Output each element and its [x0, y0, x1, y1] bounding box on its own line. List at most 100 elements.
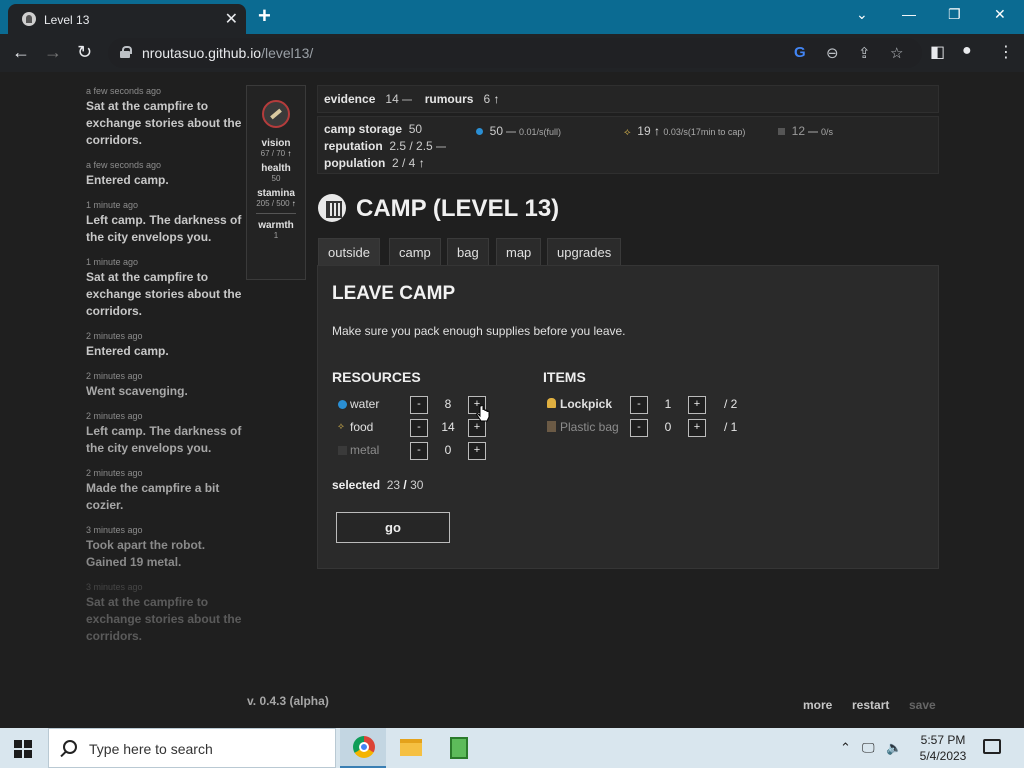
warmth-label: warmth [258, 220, 294, 231]
selected-label: selected [332, 478, 381, 492]
tab-search-icon[interactable]: ⌄ [856, 6, 868, 23]
evidence-value: 14 [385, 92, 399, 106]
windows-start-icon[interactable] [14, 740, 32, 758]
reload-icon[interactable]: ↻ [77, 42, 92, 63]
health-value: 50 [271, 174, 281, 183]
log-entry: 3 minutes ago Took apart the robot. Gaine… [86, 525, 206, 569]
google-icon[interactable]: G [794, 44, 806, 61]
flat-rate-icon [435, 145, 446, 148]
volume-icon[interactable]: 🔈 [886, 740, 902, 756]
stamina-value: 205 / 500 ↑ [256, 199, 296, 208]
storage-label: camp storage [324, 122, 403, 136]
tab-bag[interactable]: bag [447, 238, 489, 266]
forward-icon[interactable]: → [44, 42, 62, 63]
message-log: a few seconds ago Sat at the campfire to … [86, 86, 246, 656]
go-button[interactable]: go [336, 512, 450, 543]
save-link[interactable]: save [909, 698, 936, 712]
tab-close-icon[interactable]: ✕ [225, 9, 238, 29]
camp-title-text: CAMP (LEVEL 13) [356, 195, 560, 222]
metal-stock: 12 0/s [778, 124, 833, 138]
item-label: Plastic bag [560, 420, 619, 434]
plastic-bag-amount: 0 [664, 420, 672, 434]
plastic-bag-decrease-button[interactable]: - [630, 419, 648, 437]
lockpick-increase-button[interactable]: + [688, 396, 706, 414]
lockpick-decrease-button[interactable]: - [630, 396, 648, 414]
metal-icon [778, 128, 785, 135]
clock-date: 5/4/2023 [919, 749, 967, 763]
log-entry: 1 minute ago Left camp. The darkness of t… [86, 200, 242, 244]
notification-icon[interactable] [983, 739, 1001, 754]
tab-outside[interactable]: outside [318, 238, 380, 266]
vision-label: vision [261, 138, 291, 149]
items-heading: ITEMS [543, 369, 586, 385]
water-amount: 8 [444, 397, 452, 411]
arrow-up-icon: ↑ [654, 124, 660, 138]
warmth-value: 1 [273, 231, 279, 240]
taskbar-notepad[interactable] [436, 728, 482, 768]
resource-row-metal: metal - 0 + [332, 442, 512, 460]
arrow-up-icon: ↑ [493, 92, 500, 106]
metal-increase-button[interactable]: + [468, 442, 486, 460]
browser-toolbar: ← → ↻ nroutasuo.github.io/level13/ G ⊖ ⇪… [0, 34, 1024, 72]
tab-upgrades[interactable]: upgrades [547, 238, 622, 266]
plastic-bag-icon [547, 421, 556, 432]
share-icon[interactable]: ⇪ [858, 44, 871, 62]
lockpick-amount: 1 [664, 397, 672, 411]
window-close-icon[interactable]: ✕ [994, 6, 1006, 23]
notepad-icon [450, 737, 468, 759]
log-entry: a few seconds ago Sat at the campfire to … [86, 86, 242, 147]
arrow-up-icon: ↑ [287, 149, 292, 158]
log-entry: 2 minutes ago Made the campfire a bit coz… [86, 468, 220, 512]
taskbar-chrome[interactable] [340, 728, 386, 768]
reputation-value: 2.5 / 2.5 [389, 139, 433, 153]
restore-icon[interactable]: ❐ [948, 6, 961, 23]
flat-rate-icon [506, 130, 517, 133]
tab-map[interactable]: map [496, 238, 542, 266]
resource-label: food [350, 420, 374, 434]
browser-tab[interactable]: Level 13 ✕ [8, 4, 246, 34]
lockpick-capacity: / 2 [724, 397, 738, 411]
evidence-label: evidence [324, 92, 376, 106]
log-entry: 2 minutes ago Entered camp. [86, 331, 169, 358]
restart-link[interactable]: restart [852, 698, 889, 712]
arrow-up-icon: ↑ [291, 199, 296, 208]
divider [256, 213, 296, 214]
url-text[interactable]: nroutasuo.github.io/level13/ [142, 45, 313, 61]
item-label: Lockpick [560, 397, 613, 411]
metal-amount: 0 [444, 443, 452, 457]
metal-decrease-button[interactable]: - [410, 442, 428, 460]
leave-camp-panel: LEAVE CAMP Make sure you pack enough sup… [317, 265, 939, 569]
resources-heading: RESOURCES [332, 369, 421, 385]
taskbar-search-box[interactable]: Type here to search [48, 728, 336, 768]
plastic-bag-capacity: / 1 [724, 420, 738, 434]
lock-icon[interactable] [120, 46, 132, 58]
show-hidden-icons-icon[interactable]: ⌃ [840, 740, 851, 756]
network-icon[interactable]: 🖵 [862, 740, 875, 756]
tab-camp[interactable]: camp [389, 238, 441, 266]
version-text: v. 0.4.3 (alpha) [247, 694, 329, 708]
minimize-icon[interactable]: — [902, 6, 916, 22]
taskbar-file-explorer[interactable] [388, 728, 434, 768]
food-icon: ⟡ [338, 421, 344, 431]
selected-max: 30 [410, 478, 424, 492]
selected-capacity: selected 23 / 30 [332, 478, 424, 492]
water-decrease-button[interactable]: - [410, 396, 428, 414]
side-panel-icon[interactable]: ◧ [930, 42, 945, 62]
log-entry: a few seconds ago Entered camp. [86, 160, 169, 187]
menu-icon[interactable]: ⋮ [998, 42, 1014, 62]
leave-camp-heading: LEAVE CAMP [332, 283, 456, 304]
address-bar[interactable]: nroutasuo.github.io/level13/ G ⊖ ⇪ ☆ [108, 38, 922, 68]
profile-icon[interactable]: ● [962, 42, 972, 60]
item-row-lockpick: Lockpick - 1 + / 2 [543, 396, 753, 414]
tab-title: Level 13 [44, 13, 90, 27]
rumours-value: 6 [483, 92, 491, 106]
food-decrease-button[interactable]: - [410, 419, 428, 437]
back-icon[interactable]: ← [12, 42, 30, 63]
zoom-icon[interactable]: ⊖ [826, 44, 839, 62]
bookmark-star-icon[interactable]: ☆ [890, 44, 903, 62]
health-label: health [261, 163, 291, 174]
taskbar-clock[interactable]: 5:57 PM 5/4/2023 [918, 732, 968, 764]
new-tab-icon[interactable]: + [258, 3, 271, 29]
more-link[interactable]: more [803, 698, 832, 712]
plastic-bag-increase-button[interactable]: + [688, 419, 706, 437]
